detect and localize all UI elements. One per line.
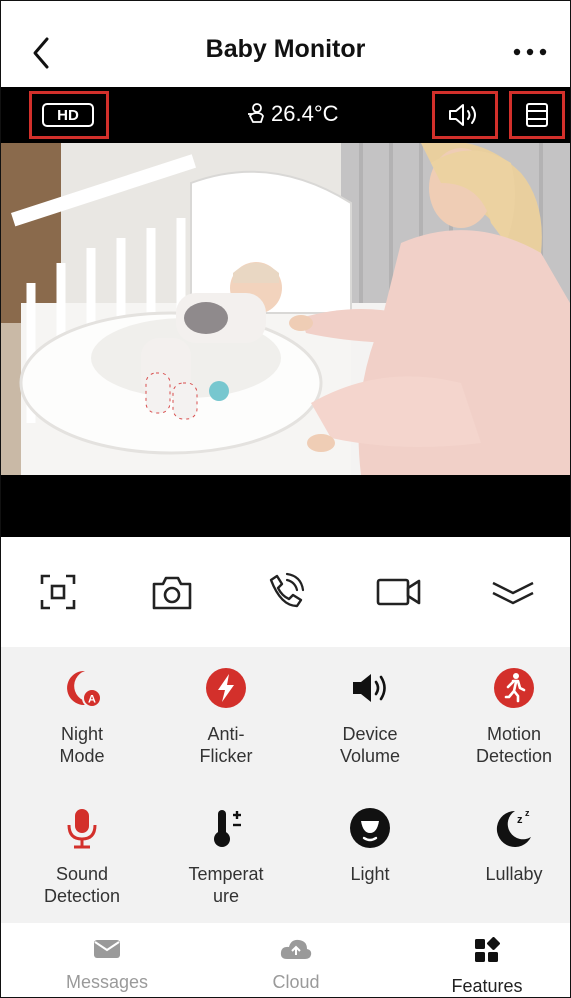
hd-quality-button[interactable]: HD: [42, 103, 94, 127]
features-grid: A Night Mode Anti- Flicker Device Volume…: [1, 647, 570, 923]
feature-label: Anti-: [207, 724, 245, 744]
phone-frame: Baby Monitor HD 26.4°C A Night Mode Anti…: [0, 0, 571, 998]
fullscreen-icon: [40, 574, 76, 610]
feature-label: Volume: [339, 746, 401, 766]
feature-label: Detection: [475, 746, 553, 766]
feature-lullaby[interactable]: z z Lullaby: [443, 803, 570, 885]
fullscreen-button[interactable]: [28, 562, 88, 622]
feature-label: Device: [342, 724, 398, 744]
snapshot-button[interactable]: [142, 562, 202, 622]
collapse-button[interactable]: [483, 562, 543, 622]
feature-label: Sound: [55, 864, 109, 884]
feature-temperature[interactable]: Temperat ure: [155, 803, 297, 907]
nav-features-label: Features: [451, 976, 523, 996]
top-header: Baby Monitor: [1, 1, 570, 87]
video-letterbox: [1, 475, 570, 537]
camera-toolbar: [1, 537, 570, 647]
device-volume-icon: [353, 674, 386, 702]
temperature-readout: 26.4°C: [245, 101, 339, 127]
nursery-scene-image: [1, 143, 570, 475]
page-title: Baby Monitor: [205, 35, 366, 63]
collapse-icon: [492, 581, 534, 605]
more-dots-icon: [513, 48, 547, 56]
cloud-icon: [280, 939, 312, 959]
nav-cloud-label: Cloud: [272, 972, 320, 992]
feature-label: Lullaby: [485, 864, 543, 884]
talk-button[interactable]: [255, 562, 315, 622]
feature-sound-detection[interactable]: Sound Detection: [11, 803, 153, 907]
video-record-icon: [376, 578, 421, 606]
sound-detection-icon: [67, 809, 97, 849]
feature-label: Light: [350, 864, 390, 884]
feature-label: Temperat: [188, 864, 264, 884]
night-mode-icon: A: [67, 670, 102, 708]
features-grid-icon: [475, 937, 500, 962]
svg-text:z: z: [525, 808, 530, 818]
volume-button[interactable]: [432, 91, 498, 139]
nav-messages-label: Messages: [65, 972, 149, 992]
light-icon: [350, 808, 390, 848]
svg-text:A: A: [88, 694, 96, 706]
feature-label: Flicker: [199, 746, 253, 766]
feature-label: ure: [212, 886, 239, 906]
nav-messages[interactable]: Messages: [37, 937, 177, 993]
bottom-navigation: Messages Cloud Features: [1, 923, 570, 997]
temperature-value: 26.4°C: [271, 101, 339, 126]
feature-label: Motion: [486, 724, 542, 744]
speaker-icon: [449, 104, 476, 126]
layout-icon: [526, 103, 548, 127]
hd-highlight: HD: [29, 91, 109, 139]
feature-label: Detection: [43, 886, 121, 906]
camera-status-bar: HD 26.4°C: [1, 87, 570, 143]
layout-toggle-button[interactable]: [509, 91, 565, 139]
messages-icon: [94, 940, 120, 958]
lullaby-icon: z z: [496, 808, 531, 847]
anti-flicker-icon: [206, 668, 246, 708]
feature-label: Mode: [59, 746, 105, 766]
temperature-icon: [214, 810, 241, 847]
nav-cloud[interactable]: Cloud: [226, 937, 366, 993]
feature-label: Night: [60, 724, 104, 744]
feature-device-volume[interactable]: Device Volume: [299, 663, 441, 767]
feature-light[interactable]: Light: [299, 803, 441, 885]
svg-text:z: z: [517, 814, 523, 826]
camera-icon: [152, 576, 191, 610]
more-options-button[interactable]: [510, 37, 550, 67]
nav-features[interactable]: Features: [417, 937, 557, 997]
baby-temperature-icon: [248, 103, 264, 123]
live-video-feed[interactable]: [1, 143, 570, 475]
feature-night-mode[interactable]: A Night Mode: [11, 663, 153, 767]
phone-call-icon: [270, 572, 305, 608]
motion-detection-icon: [494, 668, 534, 708]
feature-anti-flicker[interactable]: Anti- Flicker: [155, 663, 297, 767]
feature-motion-detection[interactable]: Motion Detection: [443, 663, 570, 767]
record-button[interactable]: [369, 562, 429, 622]
